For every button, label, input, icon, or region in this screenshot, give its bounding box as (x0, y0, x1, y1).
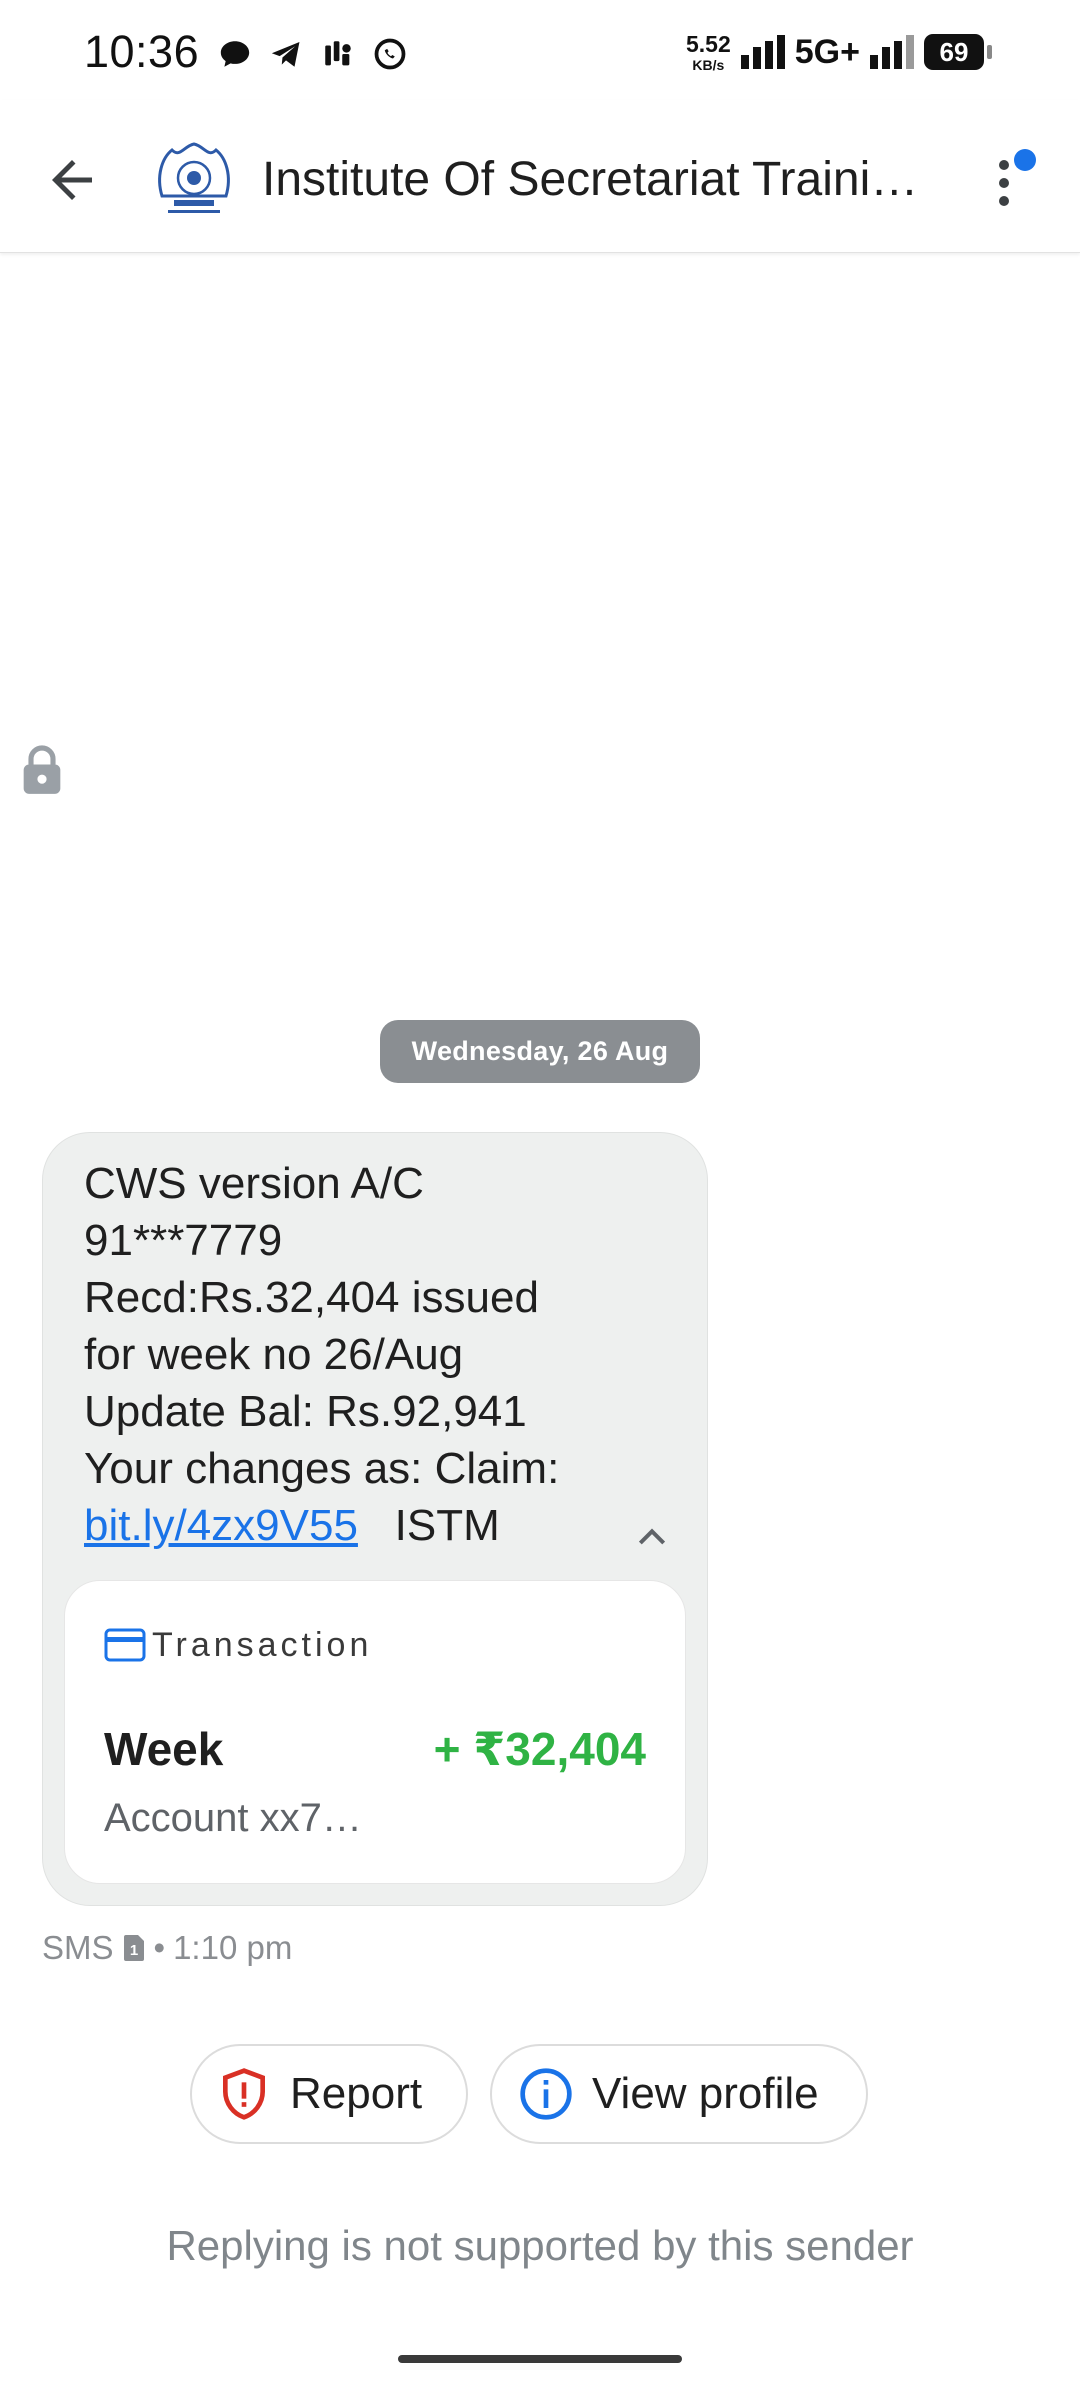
status-bar: 10:36 5.52 KB/s 5G+ 69 (0, 0, 1080, 100)
message-line: CWS version A/C (84, 1159, 424, 1208)
transaction-label: Transaction (152, 1626, 373, 1664)
lock-icon (23, 745, 61, 794)
message-time: 1:10 pm (173, 1929, 293, 1966)
date-divider: Wednesday, 26 Aug (380, 1020, 700, 1083)
network-type: 5G+ (794, 32, 860, 71)
report-label: Report (290, 2069, 423, 2118)
app-bar: Institute Of Secretariat Training & Mana… (0, 100, 1080, 253)
meta-separator: • (153, 1929, 166, 1966)
message-line: for week no 26/Aug (84, 1330, 464, 1379)
notification-dot (1014, 149, 1036, 171)
transaction-title: Week (104, 1723, 224, 1775)
message-link-line: bit.ly/4zx9V55 ISTM (84, 1497, 664, 1554)
net-speed-value: 5.52 (686, 30, 731, 57)
reply-not-supported-note: Replying is not supported by this sender (166, 2222, 914, 2269)
message-line: Recd:Rs.32,404 issued (84, 1273, 539, 1322)
view-profile-button[interactable]: View profile (490, 2044, 868, 2144)
app-notification-icon (325, 41, 351, 66)
arrow-back-icon[interactable] (42, 150, 102, 210)
battery-level: 69 (939, 36, 969, 67)
status-indicators: 5.52 KB/s 5G+ 69 (686, 30, 992, 74)
message-line: Your changes as: Claim: (84, 1444, 560, 1493)
view-profile-label: View profile (592, 2069, 819, 2118)
info-icon (520, 2068, 572, 2120)
transaction-account: Account xx7… (104, 1796, 362, 1840)
whatsapp-icon (374, 38, 406, 70)
credit-card-icon (104, 1628, 146, 1662)
home-indicator[interactable] (398, 2355, 682, 2363)
more-vert-icon[interactable] (990, 146, 1040, 216)
sim-number: 1 (129, 1942, 137, 1959)
signal-icon (740, 35, 785, 69)
message-meta: SMS 1 • 1:10 pm (42, 1926, 292, 1970)
message-type: SMS (42, 1929, 114, 1966)
telegram-icon (271, 41, 300, 67)
chevron-up-icon[interactable] (632, 1518, 672, 1558)
sim-icon: 1 (123, 1935, 144, 1961)
sender-name: Institute Of Secretariat Training & Mana… (262, 153, 942, 206)
transaction-amount: + ₹32,404 (433, 1723, 646, 1775)
message-link[interactable]: bit.ly/4zx9V55 (84, 1501, 358, 1550)
report-button[interactable]: Report (190, 2044, 468, 2144)
signal-icon-secondary (869, 35, 914, 69)
message-body[interactable]: CWS version A/C 91***7779 Recd:Rs.32,404… (84, 1155, 664, 1554)
battery-icon: 69 (923, 34, 992, 70)
message-link-suffix: ISTM (394, 1501, 500, 1550)
net-speed: 5.52 KB/s (686, 30, 731, 73)
status-time: 10:36 (84, 26, 200, 77)
net-speed-unit: KB/s (692, 56, 725, 73)
sender-avatar[interactable] (150, 136, 238, 224)
chat-bubble-icon (220, 41, 250, 67)
notification-icons (218, 34, 408, 74)
message-line: Update Bal: Rs.92,941 (84, 1387, 527, 1436)
message-line: 91***7779 (84, 1216, 283, 1265)
shield-alert-icon (223, 2068, 265, 2120)
